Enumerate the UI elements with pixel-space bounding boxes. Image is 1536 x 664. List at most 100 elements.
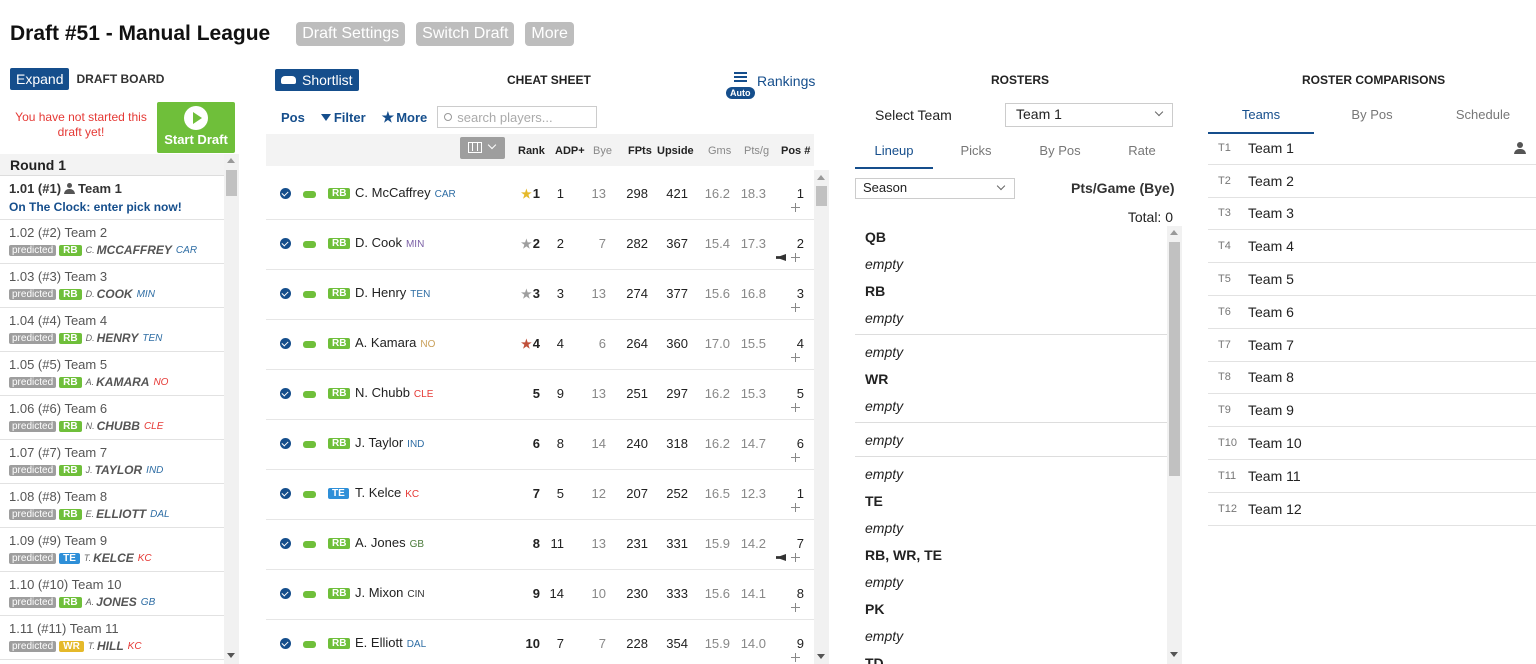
pick-row[interactable]: 1.04 (#4) Team 4 predicted RB D. HENRY TEN [0,308,224,352]
scroll-thumb[interactable] [1169,242,1180,476]
shortlist-button[interactable]: Shortlist [275,69,359,91]
tab-picks[interactable]: Picks [933,143,1019,169]
player-name[interactable]: E. Elliott DAL [355,635,426,650]
player-row[interactable]: RB E. Elliott DAL 10 7 7 228 354 15.9 14.0 9 [266,620,814,664]
pos-filter[interactable]: Pos [281,110,305,125]
check-icon[interactable] [280,588,291,599]
empty-slot[interactable]: empty [855,517,1167,544]
scroll-thumb[interactable] [226,170,237,196]
shortlist-car-icon[interactable] [303,591,316,598]
scroll-down-icon[interactable] [817,654,825,659]
team-row[interactable]: T2 Team 2 [1208,165,1536,198]
pick-row[interactable]: 1.10 (#10) Team 10 predicted RB A. JONES GB [0,572,224,616]
player-row[interactable]: RB C. McCaffrey CAR ★1 1 13 298 421 16.2 18.3 1 [266,170,814,220]
player-row[interactable]: RB A. Kamara NO ★4 4 6 264 360 17.0 15.5 4 [266,320,814,370]
check-icon[interactable] [280,388,291,399]
check-icon[interactable] [280,288,291,299]
crosshair-icon[interactable] [791,253,800,262]
pick-row[interactable]: 1.02 (#2) Team 2 predicted RB C. MCCAFFREY CA… [0,220,224,264]
col-pos-number[interactable]: Pos # [781,145,810,157]
team-row[interactable]: T1 Team 1 [1208,132,1536,165]
player-row[interactable]: RB D. Cook MIN ★2 2 7 282 367 15.4 17.3 2 [266,220,814,270]
crosshair-icon[interactable] [791,353,800,362]
more-options-button[interactable]: ★ More [382,109,428,126]
player-name[interactable]: J. Taylor IND [355,435,424,450]
check-icon[interactable] [280,538,291,549]
period-select[interactable]: Season [855,178,1015,199]
scroll-up-icon[interactable] [227,158,235,163]
news-alert-icon[interactable] [776,254,786,261]
pick-row[interactable]: 1.03 (#3) Team 3 predicted RB D. COOK MIN [0,264,224,308]
crosshair-icon[interactable] [791,553,800,562]
shortlist-car-icon[interactable] [303,541,316,548]
tab-rate[interactable]: Rate [1101,143,1183,169]
board-scrollbar[interactable] [224,154,239,664]
col-upside[interactable]: Upside [657,145,694,157]
empty-slot[interactable]: empty [855,625,1167,652]
col-gms[interactable]: Gms [708,145,731,157]
player-name[interactable]: N. Chubb CLE [355,385,433,400]
team-row[interactable]: T10 Team 10 [1208,427,1536,460]
tab-teams[interactable]: Teams [1208,107,1314,134]
player-row[interactable]: RB A. Jones GB 8 11 13 231 331 15.9 14.2 7 [266,520,814,570]
crosshair-icon[interactable] [791,403,800,412]
shortlist-car-icon[interactable] [303,441,316,448]
empty-slot[interactable]: empty [855,429,1167,456]
tab-by-pos[interactable]: By Pos [1314,107,1430,134]
search-input[interactable]: search players... [437,106,598,128]
scroll-thumb[interactable] [816,186,827,206]
check-icon[interactable] [280,338,291,349]
col-fpts[interactable]: FPts [628,145,652,157]
player-row[interactable]: RB J. Taylor IND 6 8 14 240 318 16.2 14.7 6 [266,420,814,470]
shortlist-car-icon[interactable] [303,241,316,248]
crosshair-icon[interactable] [791,453,800,462]
shortlist-car-icon[interactable] [303,641,316,648]
team-row[interactable]: T12 Team 12 [1208,493,1536,526]
player-name[interactable]: A. Kamara NO [355,335,435,350]
empty-slot[interactable]: empty [855,395,1167,422]
crosshair-icon[interactable] [791,603,800,612]
switch-draft-button[interactable]: Switch Draft [416,22,515,46]
player-name[interactable]: D. Henry TEN [355,285,430,300]
scroll-up-icon[interactable] [817,175,825,180]
empty-slot[interactable]: empty [855,571,1167,598]
pick-row[interactable]: 1.08 (#8) Team 8 predicted RB E. ELLIOTT DAL [0,484,224,528]
player-name[interactable]: J. Mixon CIN [355,585,425,600]
shortlist-car-icon[interactable] [303,391,316,398]
team-row[interactable]: T6 Team 6 [1208,296,1536,329]
check-icon[interactable] [280,438,291,449]
player-row[interactable]: TE T. Kelce KC 7 5 12 207 252 16.5 12.3 1 [266,470,814,520]
empty-slot[interactable]: empty [855,341,1167,368]
scroll-down-icon[interactable] [227,653,235,658]
pick-row[interactable]: 1.07 (#7) Team 7 predicted RB J. TAYLOR IND [0,440,224,484]
tab-lineup[interactable]: Lineup [855,143,933,169]
team-row[interactable]: T11 Team 11 [1208,460,1536,493]
col-adp[interactable]: ADP+ [555,145,585,157]
player-name[interactable]: T. Kelce KC [355,485,419,500]
crosshair-icon[interactable] [791,303,800,312]
filter-button[interactable]: Filter [320,110,366,125]
team-row[interactable]: T4 Team 4 [1208,230,1536,264]
pick-row[interactable]: 1.09 (#9) Team 9 predicted TE T. KELCE KC [0,528,224,572]
rankings-link[interactable]: Auto Rankings [726,70,815,100]
player-row[interactable]: RB D. Henry TEN ★3 3 13 274 377 15.6 16.8 3 [266,270,814,320]
pick-row[interactable]: 1.11 (#11) Team 11 predicted WR T. HILL KC [0,616,224,660]
team-row[interactable]: T9 Team 9 [1208,394,1536,428]
crosshair-icon[interactable] [791,653,800,662]
team-row[interactable]: T3 Team 3 [1208,198,1536,231]
more-button[interactable]: More [525,22,574,46]
col-bye[interactable]: Bye [593,145,612,157]
shortlist-car-icon[interactable] [303,491,316,498]
shortlist-car-icon[interactable] [303,291,316,298]
cheat-scrollbar[interactable] [814,170,829,664]
team-row[interactable]: T7 Team 7 [1208,329,1536,362]
roster-scrollbar[interactable] [1167,226,1182,664]
check-icon[interactable] [280,488,291,499]
check-icon[interactable] [280,238,291,249]
empty-slot[interactable]: empty [855,307,1167,334]
expand-button[interactable]: Expand [10,68,70,90]
check-icon[interactable] [280,188,291,199]
crosshair-icon[interactable] [791,503,800,512]
current-pick[interactable]: 1.01 (#1) Team 1 On The Clock: enter pick… [0,176,224,220]
start-draft-button[interactable]: Start Draft [157,102,235,153]
